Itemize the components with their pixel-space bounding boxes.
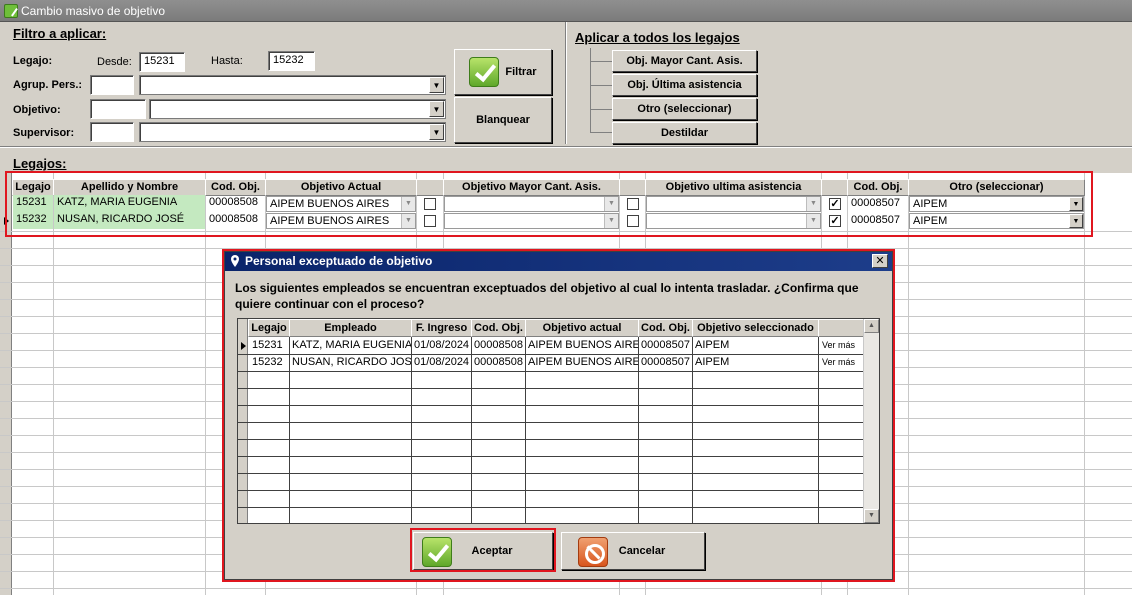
dialog-title-bar: Personal exceptuado de objetivo ✕ [225, 252, 892, 271]
grid-line [238, 439, 879, 440]
destildar-button[interactable]: Destildar [612, 122, 757, 144]
dcell-empleado[interactable]: NUSAN, RICARDO JOSÉ [290, 354, 411, 371]
section-divider [565, 22, 566, 144]
legajo-label: Legajo: [13, 55, 53, 67]
cancelar-label: Cancelar [618, 545, 666, 557]
dcell-empleado[interactable]: KATZ, MARIA EUGENIA [290, 337, 411, 354]
tree-line [590, 85, 612, 86]
current-row-pointer-icon [241, 342, 246, 350]
agrup-code-input[interactable] [90, 75, 134, 95]
grid-line [238, 405, 879, 406]
dcell-cod-obj-sel[interactable]: 00008507 [639, 354, 692, 371]
filtrar-label: Filtrar [505, 66, 537, 78]
ver-mas-link[interactable]: Ver más [820, 354, 863, 371]
dcol-header-legajo[interactable]: Legajo [248, 319, 290, 337]
dcell-cod-obj-sel[interactable]: 00008507 [639, 337, 692, 354]
app-icon [4, 4, 18, 18]
window-title-bar: Cambio masivo de objetivo [0, 0, 1132, 22]
blanquear-label: Blanquear [476, 114, 530, 126]
apply-mayor-cant-button[interactable]: Obj. Mayor Cant. Asis. [612, 50, 757, 72]
exceptuados-grid[interactable]: Legajo Empleado F. Ingreso Cod. Obj. Obj… [237, 318, 880, 524]
check-icon [469, 57, 500, 87]
grid-line [238, 456, 879, 457]
highlight-box [410, 528, 556, 572]
dcol-header-cod-obj[interactable]: Cod. Obj. [471, 319, 526, 337]
legajos-title: Legajos: [13, 156, 67, 171]
scroll-up-icon[interactable]: ▲ [864, 319, 879, 333]
desde-label: Desde: [97, 56, 132, 68]
location-pin-icon [231, 255, 239, 267]
grid-line [238, 422, 879, 423]
close-icon[interactable]: ✕ [872, 254, 888, 268]
highlight-box [5, 171, 1093, 237]
agrup-label: Agrup. Pers.: [13, 79, 83, 91]
window-title: Cambio masivo de objetivo [21, 4, 166, 18]
hasta-input[interactable]: 15232 [268, 51, 315, 71]
dialog-message: Los siguientes empleados se encuentran e… [235, 281, 859, 311]
scroll-down-icon[interactable]: ▼ [864, 509, 879, 523]
objetivo-select[interactable]: ▼ [149, 99, 446, 119]
filtrar-button[interactable]: Filtrar [454, 49, 552, 95]
ver-mas-link[interactable]: Ver más [820, 337, 863, 354]
dcell-objetivo-actual[interactable]: AIPEM BUENOS AIRES [526, 337, 638, 354]
dcol-header-empleado[interactable]: Empleado [289, 319, 412, 337]
section-divider [0, 146, 1132, 147]
supervisor-select[interactable]: ▼ [139, 122, 446, 142]
dcell-objetivo-sel[interactable]: AIPEM [693, 354, 818, 371]
grid-line [238, 473, 879, 474]
exceptuados-dialog: Personal exceptuado de objetivo ✕ Los si… [224, 251, 893, 580]
dcol-header-ver-mas[interactable] [818, 319, 864, 337]
dcol-header-f-ingreso[interactable]: F. Ingreso [411, 319, 472, 337]
chevron-down-icon: ▼ [429, 101, 444, 117]
dcol-header-objetivo-actual[interactable]: Objetivo actual [525, 319, 639, 337]
dcell-legajo[interactable]: 15232 [250, 354, 289, 371]
filter-section-title: Filtro a aplicar: [13, 26, 107, 41]
dcell-legajo[interactable]: 15231 [250, 337, 289, 354]
apply-all-title: Aplicar a todos los legajos [575, 30, 740, 45]
grid-line [238, 371, 879, 372]
grid-line [238, 388, 879, 389]
dialog-title: Personal exceptuado de objetivo [245, 254, 433, 268]
dcol-header-cod-obj-sel[interactable]: Cod. Obj. [638, 319, 693, 337]
grid-line [238, 490, 879, 491]
grid-line [818, 319, 819, 523]
vertical-scrollbar[interactable]: ▲ ▼ [863, 319, 879, 523]
dcell-objetivo-actual[interactable]: AIPEM BUENOS AIRES [526, 354, 638, 371]
blanquear-button[interactable]: Blanquear [454, 97, 552, 143]
desde-input[interactable]: 15231 [139, 52, 185, 72]
hasta-label: Hasta: [211, 55, 243, 67]
objetivo-code-input[interactable] [90, 99, 146, 119]
supervisor-label: Supervisor: [13, 127, 75, 139]
chevron-down-icon: ▼ [429, 124, 444, 140]
objetivo-label: Objetivo: [13, 104, 61, 116]
dcol-header-objetivo-seleccionado[interactable]: Objetivo seleccionado [692, 319, 819, 337]
tree-line [590, 109, 612, 110]
dcell-f-ingreso[interactable]: 01/08/2024 [412, 354, 471, 371]
tree-line [590, 61, 612, 62]
apply-otro-button[interactable]: Otro (seleccionar) [612, 98, 757, 120]
dcell-cod-obj[interactable]: 00008508 [472, 337, 525, 354]
grid-line [238, 507, 879, 508]
chevron-down-icon: ▼ [429, 77, 444, 93]
dcell-objetivo-sel[interactable]: AIPEM [693, 337, 818, 354]
cancelar-button[interactable]: Cancelar [561, 532, 705, 570]
agrup-select[interactable]: ▼ [139, 75, 446, 95]
grid-line [0, 588, 1132, 589]
supervisor-code-input[interactable] [90, 122, 134, 142]
dcell-f-ingreso[interactable]: 01/08/2024 [412, 337, 471, 354]
dcell-cod-obj[interactable]: 00008508 [472, 354, 525, 371]
apply-ultima-asistencia-button[interactable]: Obj. Última asistencia [612, 74, 757, 96]
cancel-icon [578, 537, 608, 567]
tree-line [590, 132, 612, 133]
